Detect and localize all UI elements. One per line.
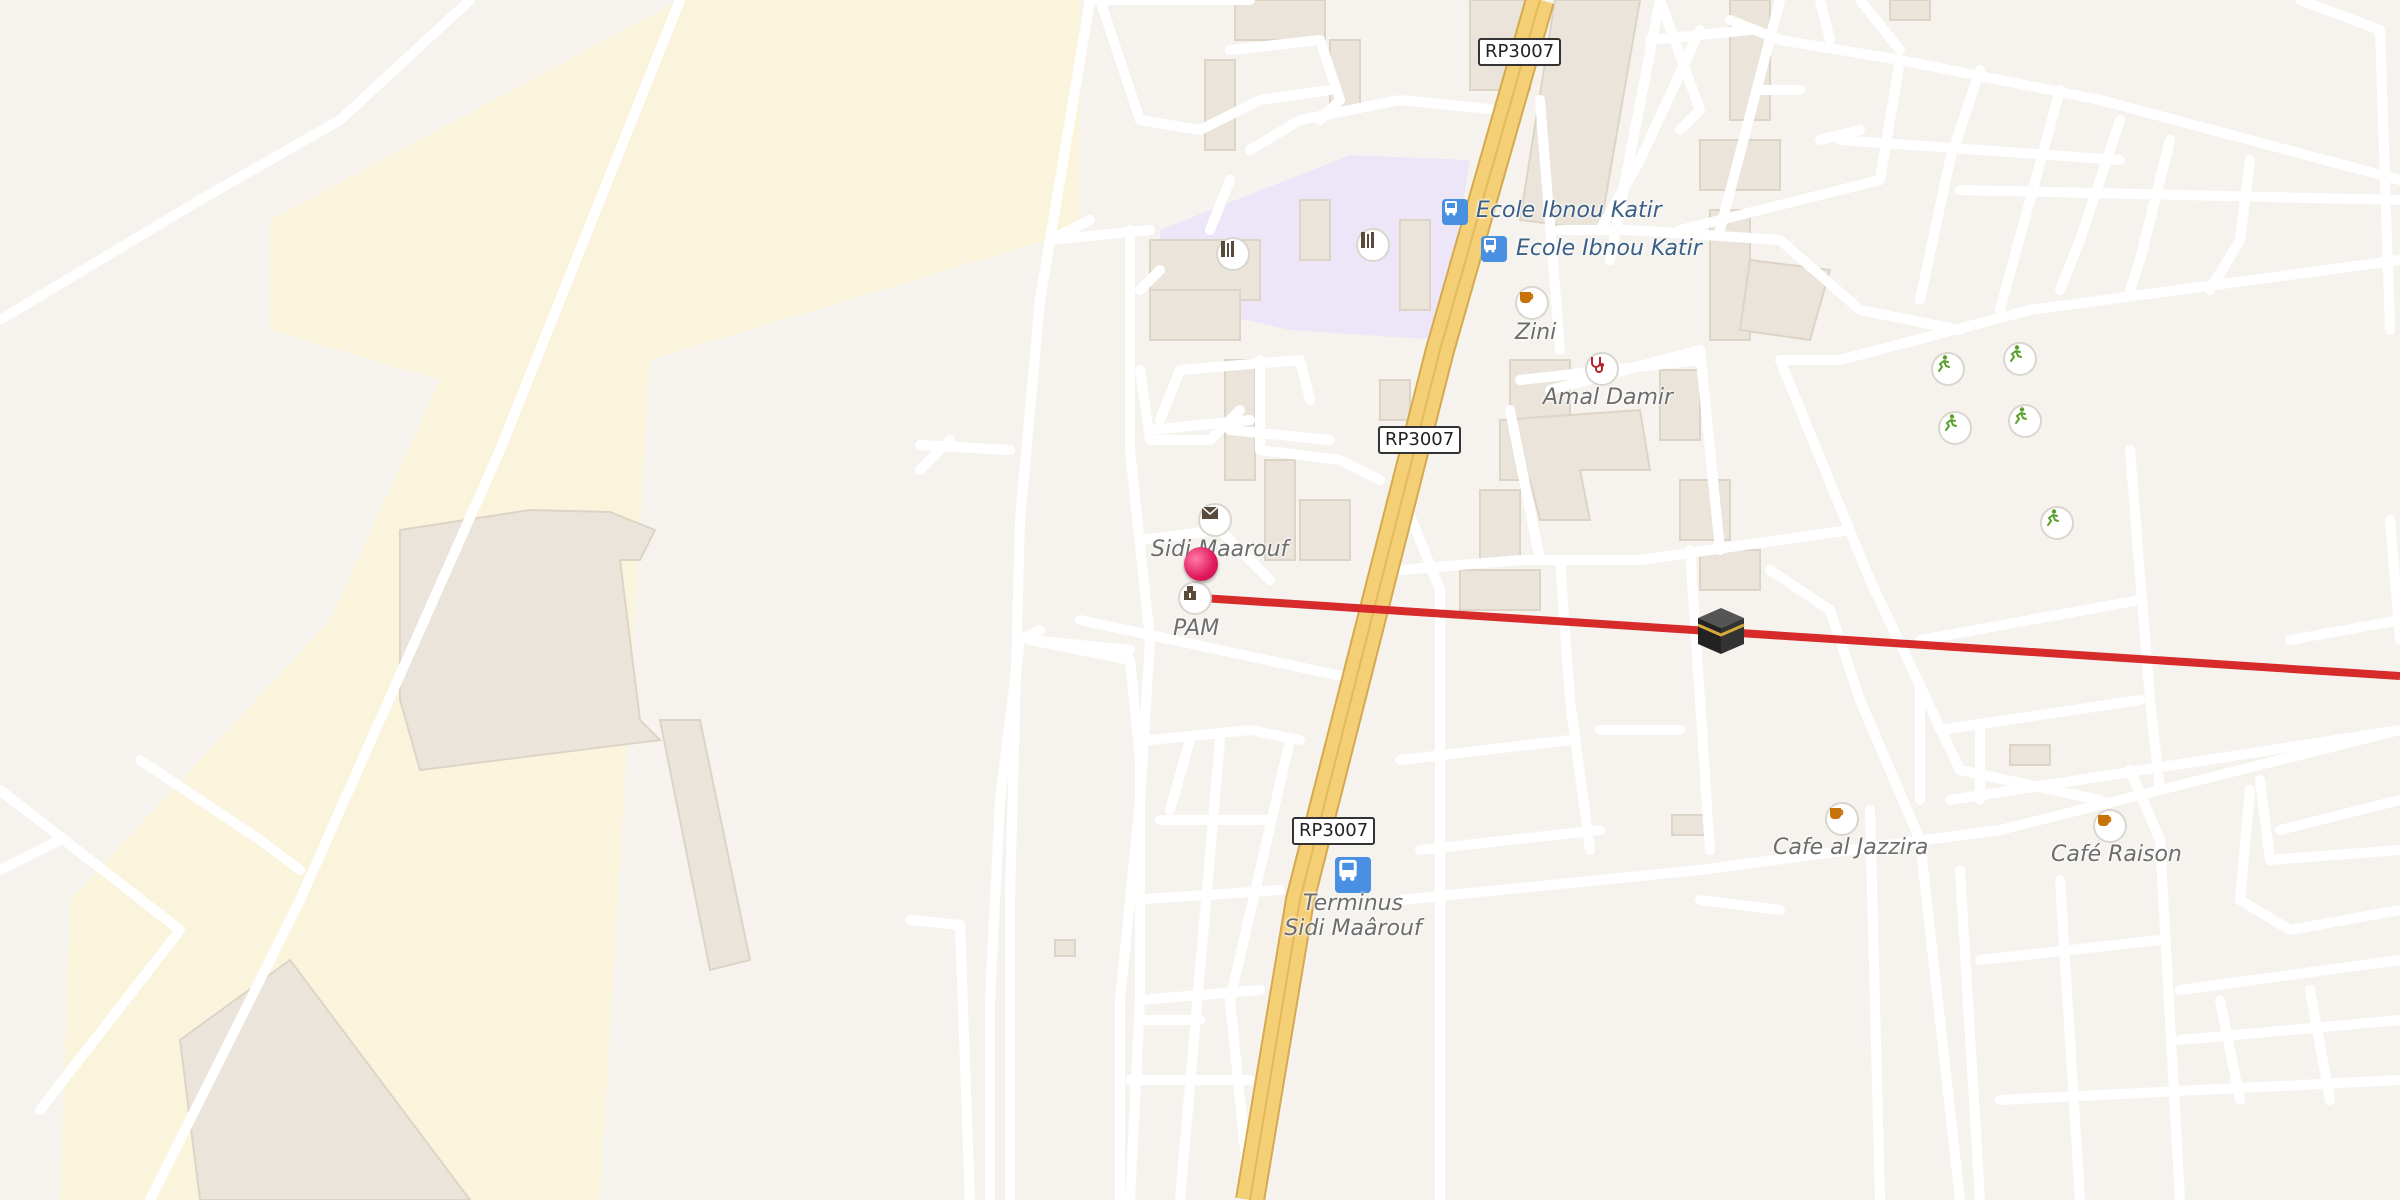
stethoscope-icon[interactable] xyxy=(1585,352,1619,386)
cafe-icon[interactable] xyxy=(2093,809,2127,843)
school-icon[interactable] xyxy=(1216,237,1250,271)
bus-terminal-label-line1: Terminus xyxy=(1302,891,1404,916)
running-person-icon[interactable] xyxy=(1938,411,1972,445)
school-icon[interactable] xyxy=(1356,228,1390,262)
clinic-label: Amal Damir xyxy=(1543,385,1674,410)
running-person-icon[interactable] xyxy=(2003,342,2037,376)
cafe-icon[interactable] xyxy=(1825,802,1859,836)
road-shield-rp3007: RP3007 xyxy=(1292,817,1376,845)
bus-stop-icon[interactable] xyxy=(1442,199,1468,225)
running-person-icon[interactable] xyxy=(1931,352,1965,386)
bus-stop-icon[interactable] xyxy=(1481,236,1507,262)
map-view[interactable]: RP3007 RP3007 RP3007 Ecole Ibnou Katir E… xyxy=(0,0,2400,1200)
atm-icon[interactable] xyxy=(1178,581,1212,615)
bus-terminal-icon[interactable] xyxy=(1335,857,1371,893)
atm-label: PAM xyxy=(1173,616,1220,641)
running-person-icon[interactable] xyxy=(2040,506,2074,540)
envelope-icon[interactable] xyxy=(1198,503,1232,537)
post-office-label: Sidi Maarouf xyxy=(1151,537,1289,562)
running-person-icon[interactable] xyxy=(2008,404,2042,438)
bus-stop-label: Ecole Ibnou Katir xyxy=(1476,198,1662,223)
road-shield-rp3007: RP3007 xyxy=(1378,426,1462,454)
cafe-label: Cafe al Jazzira xyxy=(1773,835,1929,860)
road-shield-rp3007: RP3007 xyxy=(1478,38,1562,66)
cafe-label: Zini xyxy=(1515,320,1557,345)
bus-terminal-label-line2: Sidi Maârouf xyxy=(1284,916,1422,941)
bus-terminal-label: Terminus Sidi Maârouf xyxy=(1278,891,1428,941)
location-pin[interactable] xyxy=(1184,547,1218,581)
cafe-icon[interactable] xyxy=(1515,286,1549,320)
cafe-label: Café Raison xyxy=(2051,842,2182,867)
bus-stop-label: Ecole Ibnou Katir xyxy=(1516,236,1702,261)
kaaba-icon[interactable] xyxy=(1694,604,1748,658)
